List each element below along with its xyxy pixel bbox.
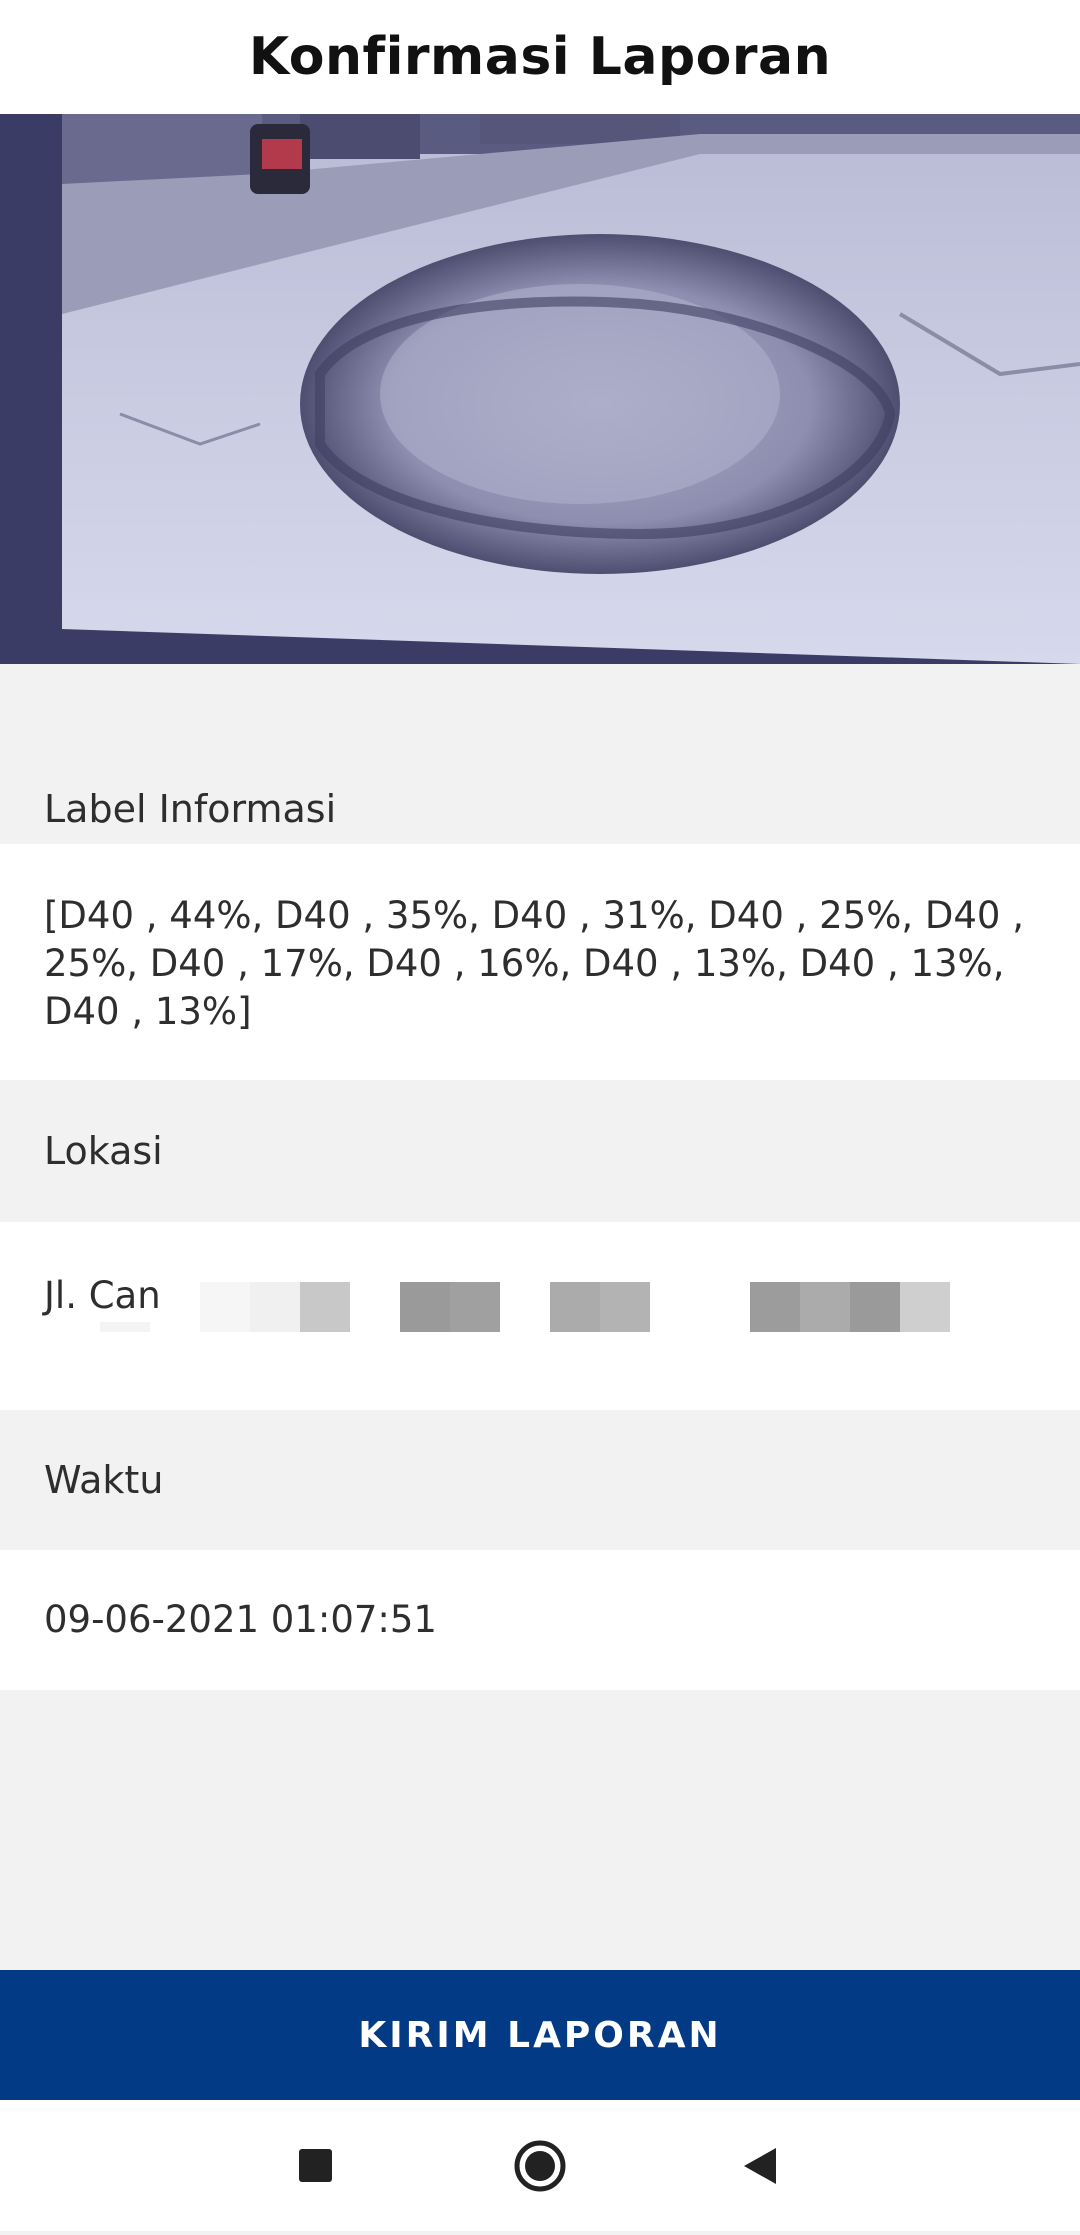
location-heading: Lokasi <box>44 1129 163 1173</box>
redacted-block <box>550 1282 600 1332</box>
pothole-road-photo <box>0 114 1080 664</box>
page-title: Konfirmasi Laporan <box>248 27 832 87</box>
submit-report-button[interactable]: KIRIM LAPORAN <box>0 1970 1080 2100</box>
submit-report-label: KIRIM LAPORAN <box>358 2014 722 2056</box>
circle-icon <box>514 2140 566 2192</box>
time-value-box: 09-06-2021 01:07:51 <box>0 1550 1080 1690</box>
redacted-block <box>250 1282 300 1332</box>
redacted-block <box>450 1282 500 1332</box>
redacted-block <box>100 1322 150 1332</box>
time-heading: Waktu <box>44 1458 164 1502</box>
location-value-box: Jl. Can <box>0 1222 1080 1410</box>
report-photo <box>0 114 1080 664</box>
time-header: Waktu <box>0 1410 1080 1550</box>
redacted-block <box>750 1282 800 1332</box>
location-value: Jl. Can <box>44 1274 161 1317</box>
label-info-value-box: [D40 , 44%, D40 , 35%, D40 , 31%, D40 , … <box>0 844 1080 1080</box>
redacted-block <box>300 1282 350 1332</box>
location-header: Lokasi <box>0 1080 1080 1222</box>
label-info-value: [D40 , 44%, D40 , 35%, D40 , 31%, D40 , … <box>44 894 1024 1033</box>
system-nav-bar <box>0 2100 1080 2231</box>
redacted-block <box>200 1282 250 1332</box>
label-info-header: Label Informasi <box>0 664 1080 844</box>
square-icon <box>299 2149 332 2182</box>
redacted-block <box>850 1282 900 1332</box>
back-button[interactable] <box>700 2100 820 2231</box>
time-value: 09-06-2021 01:07:51 <box>44 1598 437 1641</box>
redacted-block <box>400 1282 450 1332</box>
redacted-block <box>900 1282 950 1332</box>
redacted-block <box>600 1282 650 1332</box>
home-button[interactable] <box>480 2100 600 2231</box>
label-info-heading: Label Informasi <box>44 787 337 831</box>
redacted-block <box>800 1282 850 1332</box>
triangle-back-icon <box>744 2148 776 2184</box>
recents-button[interactable] <box>256 2100 376 2231</box>
app-bar: Konfirmasi Laporan <box>0 0 1080 114</box>
